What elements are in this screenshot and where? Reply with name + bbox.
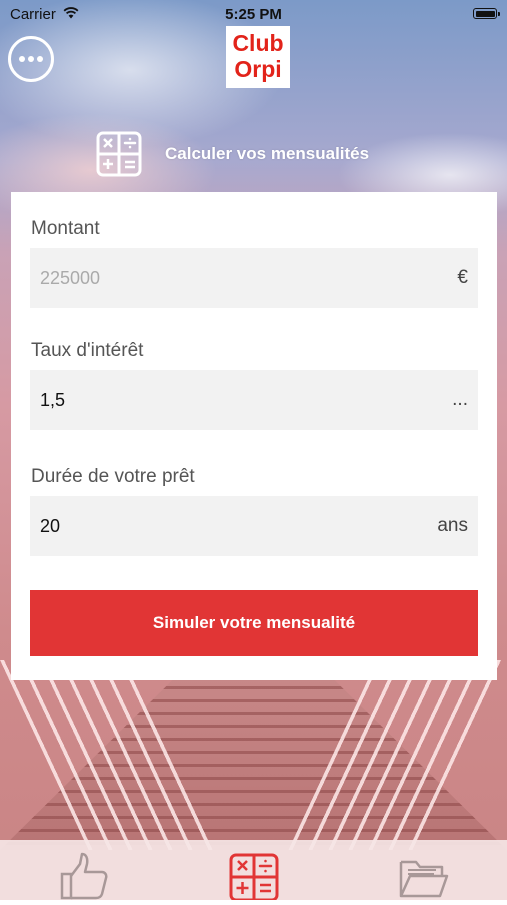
more-menu-button[interactable]: [8, 36, 54, 82]
status-bar: Carrier 5:25 PM: [0, 0, 507, 28]
rate-label: Taux d'intérêt: [31, 340, 144, 361]
euro-unit: €: [457, 267, 468, 288]
amount-placeholder: 225000: [40, 267, 101, 288]
club-orpi-logo: Club Orpi: [226, 26, 290, 88]
amount-label: Montant: [31, 218, 100, 239]
years-unit: ans: [437, 515, 468, 536]
dot-icon: [28, 56, 34, 62]
rate-field[interactable]: 1,5 ...: [30, 370, 478, 430]
calculator-icon: [229, 853, 279, 902]
clock-time: 5:25 PM: [225, 6, 282, 23]
tab-documents[interactable]: [398, 852, 450, 900]
simulate-button[interactable]: Simuler votre mensualité: [30, 590, 478, 656]
dot-icon: [19, 56, 25, 62]
battery-icon: [473, 8, 500, 19]
page-title: Calculer vos mensualités: [165, 144, 370, 163]
tab-bar: [0, 840, 507, 902]
tab-recommendations[interactable]: [58, 852, 110, 900]
folder-icon: [399, 860, 449, 898]
duration-label: Durée de votre prêt: [31, 466, 195, 487]
thumbs-up-icon: [60, 852, 108, 900]
logo-line-2: Orpi: [234, 56, 282, 82]
logo-line-1: Club: [232, 30, 284, 56]
loan-calculator-card: Montant 225000 € Taux d'intérêt 1,5 ... …: [11, 192, 497, 680]
amount-field[interactable]: 225000 €: [30, 248, 478, 308]
calculator-icon: [96, 131, 142, 177]
dot-icon: [37, 56, 43, 62]
calculator-header: Calculer vos mensualités: [96, 130, 369, 178]
rate-value: 1,5: [40, 389, 66, 410]
rate-unit: ...: [452, 389, 468, 410]
duration-field[interactable]: 20 ans: [30, 496, 478, 556]
duration-value: 20: [40, 515, 61, 536]
tab-calculator[interactable]: [228, 852, 280, 902]
